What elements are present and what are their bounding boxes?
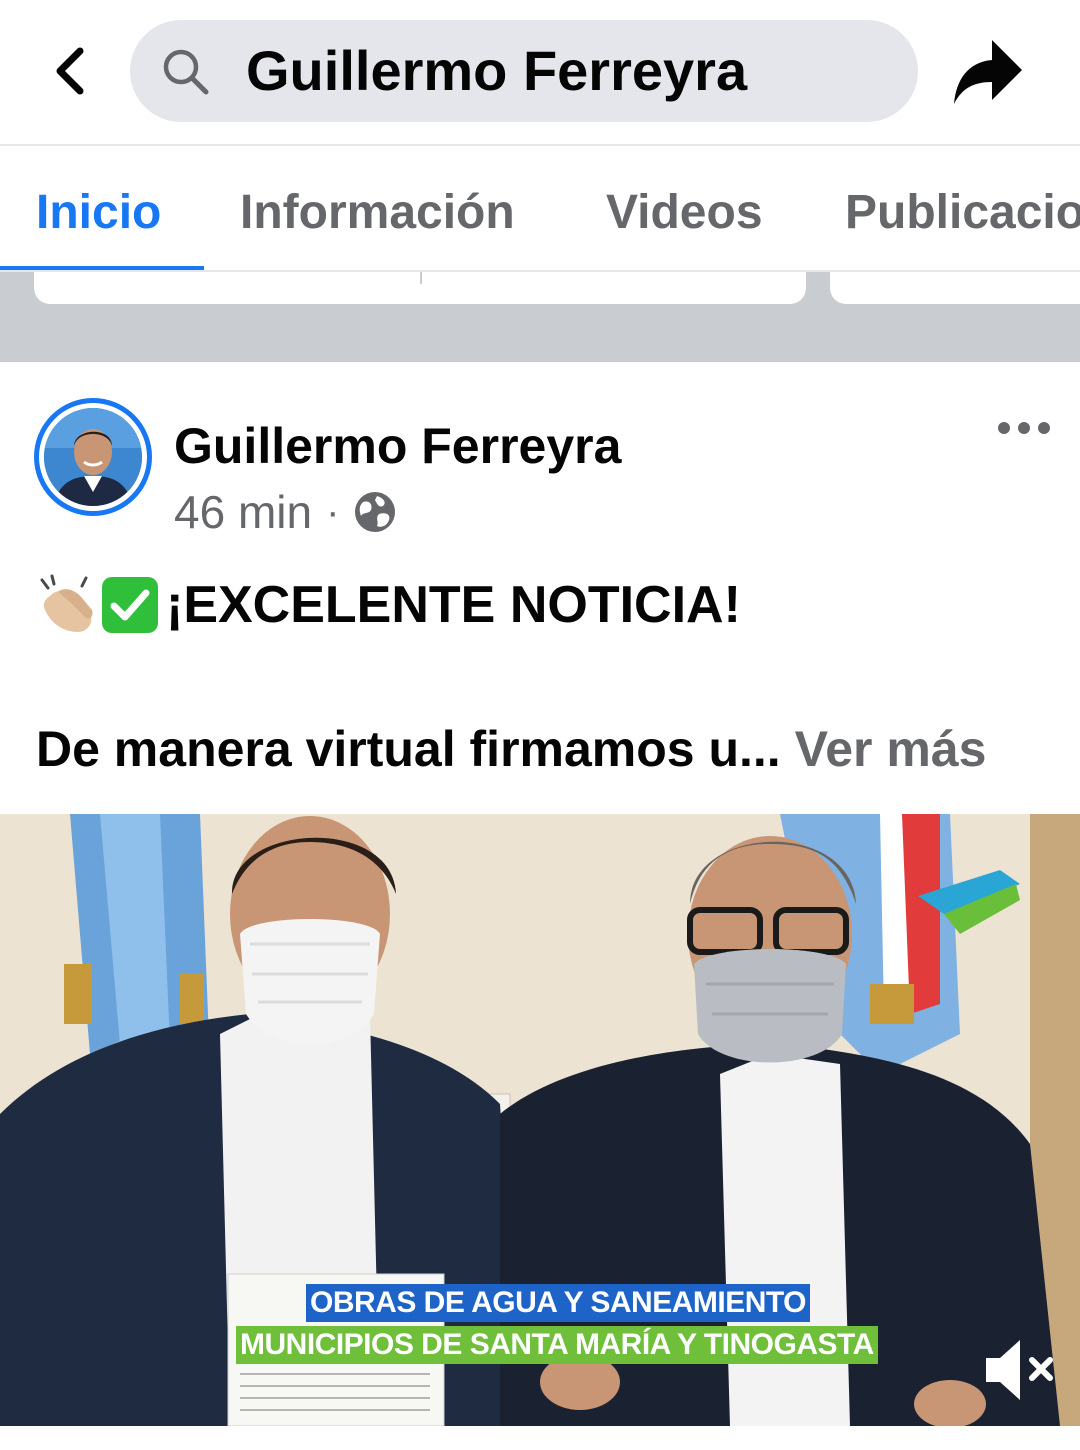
meta-separator: · bbox=[326, 489, 340, 534]
mute-icon bbox=[986, 1340, 1053, 1400]
post-time[interactable]: 46 min bbox=[174, 485, 312, 539]
search-icon bbox=[163, 49, 209, 95]
post-card: Guillermo Ferreyra 46 min · ¡EXCELENTE N… bbox=[0, 362, 1080, 1450]
video-caption-line1: OBRAS DE AGUA Y SANEAMIENTO bbox=[306, 1284, 811, 1322]
feed-separator bbox=[0, 272, 1080, 362]
tab-inicio[interactable]: Inicio bbox=[36, 184, 161, 242]
post-author[interactable]: Guillermo Ferreyra bbox=[174, 416, 621, 476]
top-bar: Guillermo Ferreyra bbox=[0, 0, 1080, 146]
globe-icon bbox=[355, 492, 396, 532]
post-body-preview: De manera virtual firmamos u... bbox=[36, 721, 781, 777]
tab-publicaciones[interactable]: Publicacio bbox=[845, 184, 1080, 242]
more-options-button[interactable] bbox=[994, 410, 1054, 446]
search-field[interactable]: Guillermo Ferreyra bbox=[130, 20, 918, 122]
see-more-link[interactable]: Ver más bbox=[795, 721, 987, 777]
headline-text: ¡EXCELENTE NOTICIA! bbox=[166, 576, 741, 634]
avatar-image bbox=[44, 408, 142, 506]
more-icon bbox=[998, 422, 1050, 434]
post-video[interactable]: OBRAS DE AGUA Y SANEAMIENTO MUNICIPIOS D… bbox=[0, 814, 1080, 1426]
avatar[interactable] bbox=[34, 398, 152, 516]
clapping-hands-icon bbox=[40, 574, 93, 632]
post-body: De manera virtual firmamos u... Ver más bbox=[36, 718, 986, 780]
share-button[interactable] bbox=[948, 34, 1028, 110]
back-button[interactable] bbox=[40, 36, 100, 106]
previous-card-secondary bbox=[830, 272, 1080, 304]
tab-videos[interactable]: Videos bbox=[606, 184, 763, 242]
mute-button[interactable] bbox=[980, 1332, 1056, 1408]
post-meta: 46 min · bbox=[174, 484, 397, 540]
share-icon bbox=[954, 40, 1022, 104]
previous-card bbox=[34, 272, 806, 304]
back-arrow-icon bbox=[56, 47, 84, 95]
search-query: Guillermo Ferreyra bbox=[246, 39, 748, 102]
post-headline: ¡EXCELENTE NOTICIA! bbox=[36, 570, 741, 640]
check-mark-icon bbox=[102, 577, 158, 633]
profile-tabs: Inicio Información Videos Publicacio bbox=[0, 148, 1080, 272]
video-caption-line2: MUNICIPIOS DE SANTA MARÍA Y TINOGASTA bbox=[236, 1326, 878, 1364]
tab-informacion[interactable]: Información bbox=[240, 184, 515, 242]
